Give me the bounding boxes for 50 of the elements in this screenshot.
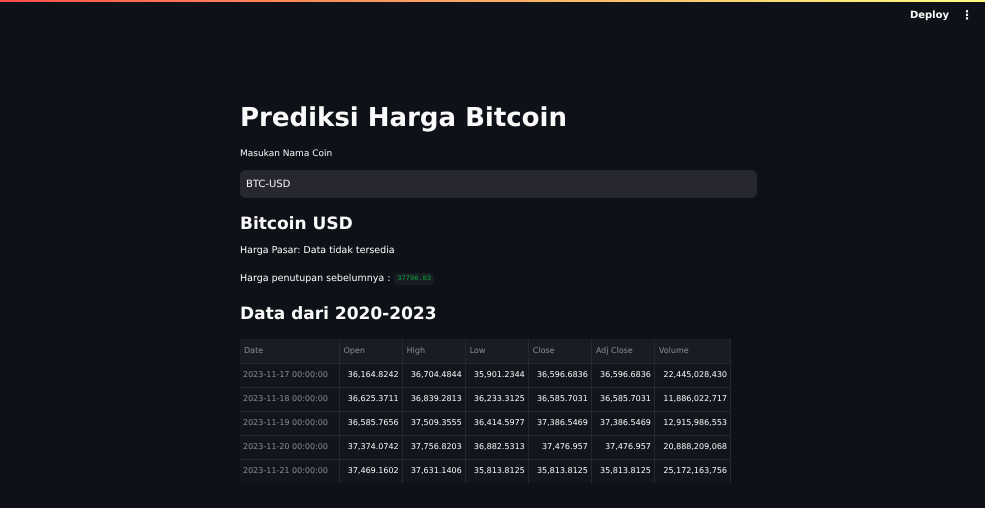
input-label: Masukan Nama Coin [240,148,334,160]
column-header[interactable]: High [402,339,466,363]
table-cell: 35,813.8125 [591,459,654,483]
deploy-button[interactable]: Deploy [910,8,949,22]
table-cell: 35,813.8125 [465,459,528,483]
table-cell: 37,386.5469 [591,411,654,435]
table-cell: 20,888,209,068 [654,435,730,459]
row-index-cell: 2023-11-20 00:00:00 [240,435,340,459]
table-cell: 36,839.2813 [402,387,466,411]
table-cell: 37,756.8203 [402,435,466,459]
table-cell: 37,476.957 [528,435,592,459]
column-header[interactable]: Close [528,339,592,363]
row-index-cell: 2023-11-18 00:00:00 [240,387,340,411]
table-cell: 36,704.4844 [402,363,466,387]
table-cell: 37,631.1406 [402,459,466,483]
table-cell: 35,813.8125 [528,459,592,483]
table-cell: 36,414.5977 [465,411,528,435]
table-cell: 22,445,028,430 [654,363,730,387]
table-cell: 35,901.2344 [465,363,528,387]
table-cell: 37,374.0742 [339,435,402,459]
table-cell: 36,585.7031 [591,387,654,411]
table-cell: 36,233.3125 [465,387,528,411]
column-header[interactable]: Date [240,339,340,363]
table-cell: 36,585.7031 [528,387,592,411]
table-cell: 37,386.5469 [528,411,592,435]
table-cell: 37,476.957 [591,435,654,459]
table-cell: 36,596.6836 [528,363,592,387]
row-index-cell: 2023-11-21 00:00:00 [240,459,340,483]
table-cell: 37,509.3555 [402,411,466,435]
market-price-text: Harga Pasar: Data tidak tersedia [240,244,396,258]
previous-close-label: Harga penutupan sebelumnya : [240,272,390,286]
row-index-cell: 2023-11-17 00:00:00 [240,363,340,387]
column-header[interactable]: Open [339,339,402,363]
column-header[interactable]: Low [465,339,528,363]
column-header[interactable]: Volume [654,339,730,363]
table-cell: 25,172,163,756 [654,459,730,483]
coin-input[interactable]: BTC-USD [240,170,757,198]
table-cell: 36,625.3711 [339,387,402,411]
page-title: Prediksi Harga Bitcoin [240,102,568,134]
coin-heading: Bitcoin USD [240,213,354,236]
data-heading: Data dari 2020-2023 [240,303,438,326]
row-index-cell: 2023-11-19 00:00:00 [240,411,340,435]
table-cell: 12,915,986,553 [654,411,730,435]
table-cell: 36,164.8242 [339,363,402,387]
table-cell: 36,585.7656 [339,411,402,435]
table-cell: 36,596.6836 [591,363,654,387]
table-cell: 36,882.5313 [465,435,528,459]
column-header[interactable]: Adj Close [591,339,654,363]
table-cell: 37,469.1602 [339,459,402,483]
table-cell: 11,886,022,717 [654,387,730,411]
